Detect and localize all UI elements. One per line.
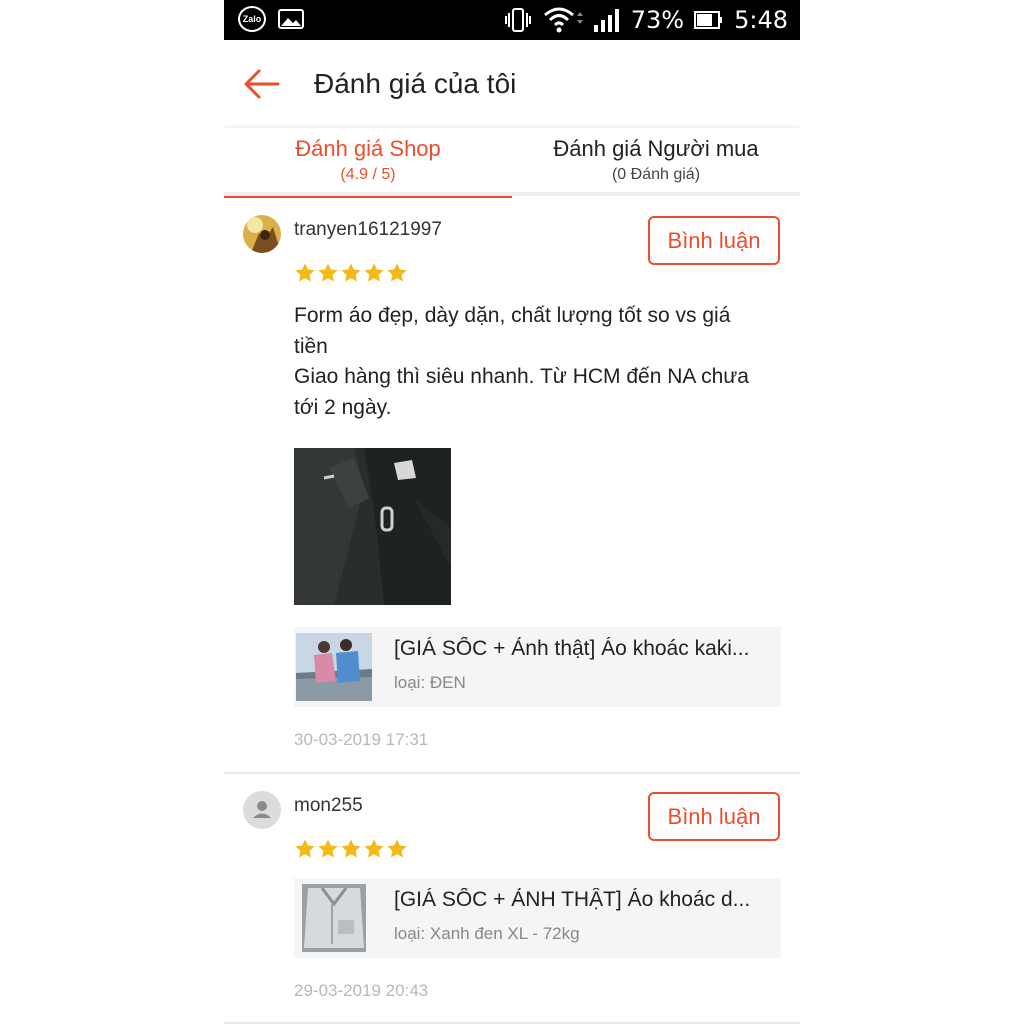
comment-button[interactable]: Bình luận <box>648 216 780 265</box>
star-icon <box>341 839 361 858</box>
tab-shop-reviews[interactable]: Đánh giá Shop (4.9 / 5) <box>224 128 512 200</box>
product-photo-icon <box>302 884 366 952</box>
tab-buyer-count: (0 Đánh giá) <box>611 166 701 183</box>
avatar[interactable] <box>243 215 281 253</box>
product-card[interactable]: [GIÁ SỐC + Ảnh thật] Áo khoác kaki... lo… <box>294 627 781 707</box>
star-icon <box>387 839 407 858</box>
battery-percent: 73% <box>630 6 685 34</box>
review-text-line: tiền <box>294 334 328 358</box>
battery-icon <box>694 11 723 29</box>
comment-button[interactable]: Bình luận <box>648 792 780 841</box>
status-bar: Zalo 73% 5:48 <box>224 0 800 40</box>
avatar[interactable] <box>243 791 281 829</box>
star-icon <box>295 839 315 858</box>
review-text-line: Form áo đẹp, dày dặn, chất lượng tốt so … <box>294 304 731 327</box>
star-icon <box>364 263 384 282</box>
review-username: tranyen16121997 <box>294 219 442 240</box>
tab-shop-label: Đánh giá Shop <box>295 136 441 161</box>
product-name: [GIÁ SỐC + ẢNH THẬT] Áo khoác d... <box>394 888 751 911</box>
tab-buyer-label: Đánh giá Người mua <box>553 136 759 161</box>
review-text-line: tới 2 ngày. <box>294 395 392 419</box>
default-user-icon <box>243 791 281 829</box>
gallery-icon <box>278 9 304 29</box>
product-card[interactable]: [GIÁ SỐC + ẢNH THẬT] Áo khoác d... loại:… <box>294 878 781 958</box>
zalo-label: Zalo <box>242 14 262 24</box>
jacket-photo-icon <box>294 448 451 605</box>
star-icon <box>318 263 338 282</box>
rating-stars <box>294 262 408 284</box>
star-icon <box>364 839 384 858</box>
product-thumbnail <box>302 884 366 952</box>
review-card: mon255 Bình luận [GIÁ SỐC + ẢNH THẬT] Áo… <box>224 774 800 1024</box>
review-date: 29-03-2019 20:43 <box>294 981 429 1000</box>
page-title: Đánh giá của tôi <box>314 68 517 99</box>
vibrate-icon <box>504 8 531 32</box>
user-photo-icon <box>243 215 281 253</box>
app-header: Đánh giá của tôi <box>224 40 800 128</box>
rating-stars <box>294 838 408 860</box>
star-icon <box>387 263 407 282</box>
product-variant: loại: ĐEN <box>394 673 466 692</box>
review-text: Form áo đẹp, dày dặn, chất lượng tốt so … <box>294 301 784 423</box>
wifi-icon <box>543 7 583 33</box>
star-icon <box>318 839 338 858</box>
back-button[interactable] <box>242 64 282 104</box>
review-username: mon255 <box>294 795 363 816</box>
review-photo[interactable] <box>294 448 451 605</box>
phone-screen: Zalo 73% 5:48 Đánh giá của tôi Đánh giá … <box>224 0 800 1024</box>
clock: 5:48 <box>734 6 788 34</box>
star-icon <box>341 263 361 282</box>
product-variant: loại: Xanh đen XL - 72kg <box>394 924 580 943</box>
tab-shop-rating: (4.9 / 5) <box>340 166 396 183</box>
product-thumbnail <box>296 633 372 701</box>
product-name: [GIÁ SỐC + Ảnh thật] Áo khoác kaki... <box>394 637 750 660</box>
tab-buyer-reviews[interactable]: Đánh giá Người mua (0 Đánh giá) <box>512 128 800 196</box>
zalo-icon: Zalo <box>238 6 266 32</box>
star-icon <box>295 263 315 282</box>
review-text-line: Giao hàng thì siêu nhanh. Từ HCM đến NA … <box>294 365 749 388</box>
review-date: 30-03-2019 17:31 <box>294 730 429 749</box>
back-arrow-icon <box>244 69 280 99</box>
product-photo-icon <box>296 633 372 701</box>
review-tabs: Đánh giá Shop (4.9 / 5) Đánh giá Người m… <box>224 128 800 200</box>
review-card: tranyen16121997 Bình luận Form áo đẹp, d… <box>224 198 800 774</box>
signal-icon <box>593 9 619 32</box>
